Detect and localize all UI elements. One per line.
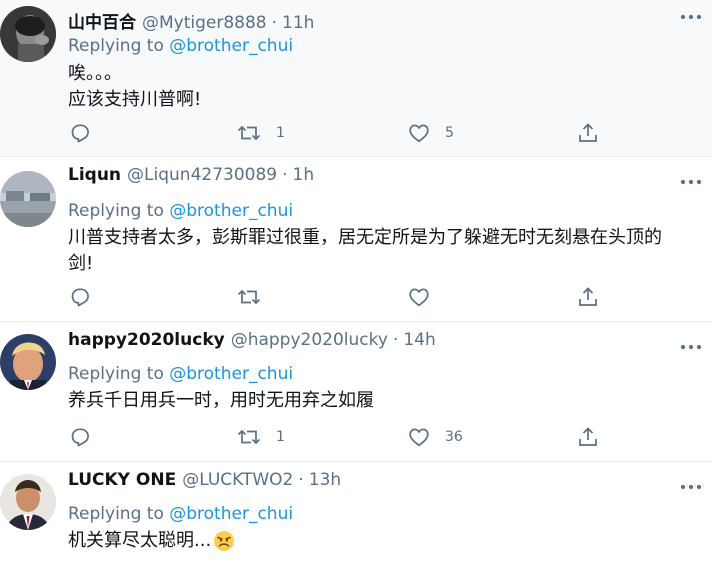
replying-to-link[interactable]: @brother_chui: [169, 36, 293, 56]
timestamp[interactable]: 11h: [282, 13, 314, 33]
dark-portrait-avatar: [0, 6, 56, 62]
replying-to-link[interactable]: @brother_chui: [169, 364, 293, 384]
reply-icon: [71, 428, 89, 447]
avatar[interactable]: [0, 334, 56, 390]
landscape-avatar: [0, 171, 56, 227]
user-handle[interactable]: @Mytiger8888: [142, 13, 267, 33]
reply-icon: [71, 288, 89, 307]
display-name[interactable]: happy2020lucky: [68, 330, 225, 350]
more-icon[interactable]: [680, 476, 702, 498]
replying-to-link[interactable]: @brother_chui: [169, 504, 293, 524]
like-button[interactable]: 5: [407, 121, 454, 145]
timestamp[interactable]: 13h: [309, 470, 341, 490]
user-handle[interactable]: @LUCKTWO2: [182, 470, 293, 490]
more-icon[interactable]: [680, 6, 702, 28]
separator-dot: ·: [298, 470, 304, 490]
like-count: 5: [445, 125, 454, 141]
tweet[interactable]: LUCKY ONE @LUCKTWO2 · 13h Replying to @b…: [0, 462, 712, 562]
action-bar: [68, 285, 628, 309]
retweet-icon: [237, 289, 261, 305]
action-bar: 1 36: [68, 425, 628, 449]
man-suit-avatar: [0, 474, 56, 530]
share-button[interactable]: [576, 285, 600, 309]
share-button[interactable]: [576, 425, 600, 449]
reply-button[interactable]: [68, 121, 92, 145]
tweet-text-line: 应该支持川普啊!: [68, 89, 202, 110]
display-name[interactable]: Liqun: [68, 165, 121, 185]
like-count: 36: [445, 429, 463, 445]
tweet-text-line: 养兵千日用兵一时，用时无用弃之如履: [68, 390, 374, 411]
tweet[interactable]: happy2020lucky @happy2020lucky · 14h Rep…: [0, 322, 712, 462]
action-bar: 1 5: [68, 121, 628, 145]
avatar[interactable]: [0, 6, 56, 62]
user-handle[interactable]: @happy2020lucky: [231, 330, 388, 350]
avatar[interactable]: [0, 171, 56, 227]
replying-to-label: Replying to: [68, 504, 170, 524]
share-icon: [579, 427, 597, 446]
retweet-count: 1: [276, 125, 285, 141]
tweet[interactable]: Liqun @Liqun42730089 · 1h Replying to @b…: [0, 157, 712, 322]
tweet-text-line: 剑!: [68, 253, 94, 274]
separator-dot: ·: [392, 330, 399, 350]
avatar[interactable]: [0, 474, 56, 530]
share-button[interactable]: [576, 121, 600, 145]
reply-button[interactable]: [68, 425, 92, 449]
like-icon: [409, 428, 429, 447]
more-icon[interactable]: [680, 336, 702, 358]
replying-to-label: Replying to: [68, 201, 170, 221]
separator-dot: ·: [271, 13, 278, 33]
tweet-text: 机关算尽太聪明...: [68, 528, 698, 554]
retweet-button[interactable]: 1: [236, 121, 285, 145]
retweet-icon: [237, 429, 261, 445]
display-name[interactable]: LUCKY ONE: [68, 470, 176, 490]
share-icon: [579, 123, 597, 142]
replying-to-label: Replying to: [68, 36, 170, 56]
replying-to-label: Replying to: [68, 364, 170, 384]
like-button[interactable]: 36: [407, 425, 463, 449]
separator-dot: ·: [282, 165, 288, 185]
retweet-icon: [237, 125, 261, 141]
reply-icon: [71, 124, 89, 143]
reply-button[interactable]: [68, 285, 92, 309]
like-icon: [409, 288, 429, 307]
user-handle[interactable]: @Liqun42730089: [127, 165, 277, 185]
replying-to-link[interactable]: @brother_chui: [169, 201, 293, 221]
more-icon[interactable]: [680, 171, 702, 193]
display-name[interactable]: 山中百合: [68, 8, 136, 33]
tweet-text: 川普支持者太多，彭斯罪过很重，居无定所是为了躲避无时无刻悬在头顶的 剑!: [68, 225, 698, 277]
replying-to: Replying to @brother_chui: [68, 364, 293, 384]
tweet-text: 唉。。。 应该支持川普啊!: [68, 61, 698, 113]
man-portrait-avatar: [0, 334, 56, 390]
tweet-text: 养兵千日用兵一时，用时无用弃之如履: [68, 388, 698, 414]
replying-to: Replying to @brother_chui: [68, 504, 293, 524]
angry-face-emoji: [213, 531, 235, 551]
timestamp[interactable]: 14h: [403, 330, 435, 350]
retweet-button[interactable]: [236, 285, 276, 309]
like-icon: [409, 124, 429, 143]
replying-to: Replying to @brother_chui: [68, 36, 293, 56]
tweet-text-line: 川普支持者太多，彭斯罪过很重，居无定所是为了躲避无时无刻悬在头顶的: [68, 227, 662, 248]
tweet-text-line: 机关算尽太聪明...: [68, 530, 212, 551]
retweet-button[interactable]: 1: [236, 425, 285, 449]
tweet-text-line: 唉。。。: [68, 63, 122, 84]
timestamp[interactable]: 1h: [293, 165, 315, 185]
share-icon: [579, 287, 597, 306]
like-button[interactable]: [407, 285, 445, 309]
replying-to: Replying to @brother_chui: [68, 201, 293, 221]
retweet-count: 1: [276, 429, 285, 445]
tweet[interactable]: 山中百合 @Mytiger8888 · 11h Replying to @bro…: [0, 0, 712, 157]
